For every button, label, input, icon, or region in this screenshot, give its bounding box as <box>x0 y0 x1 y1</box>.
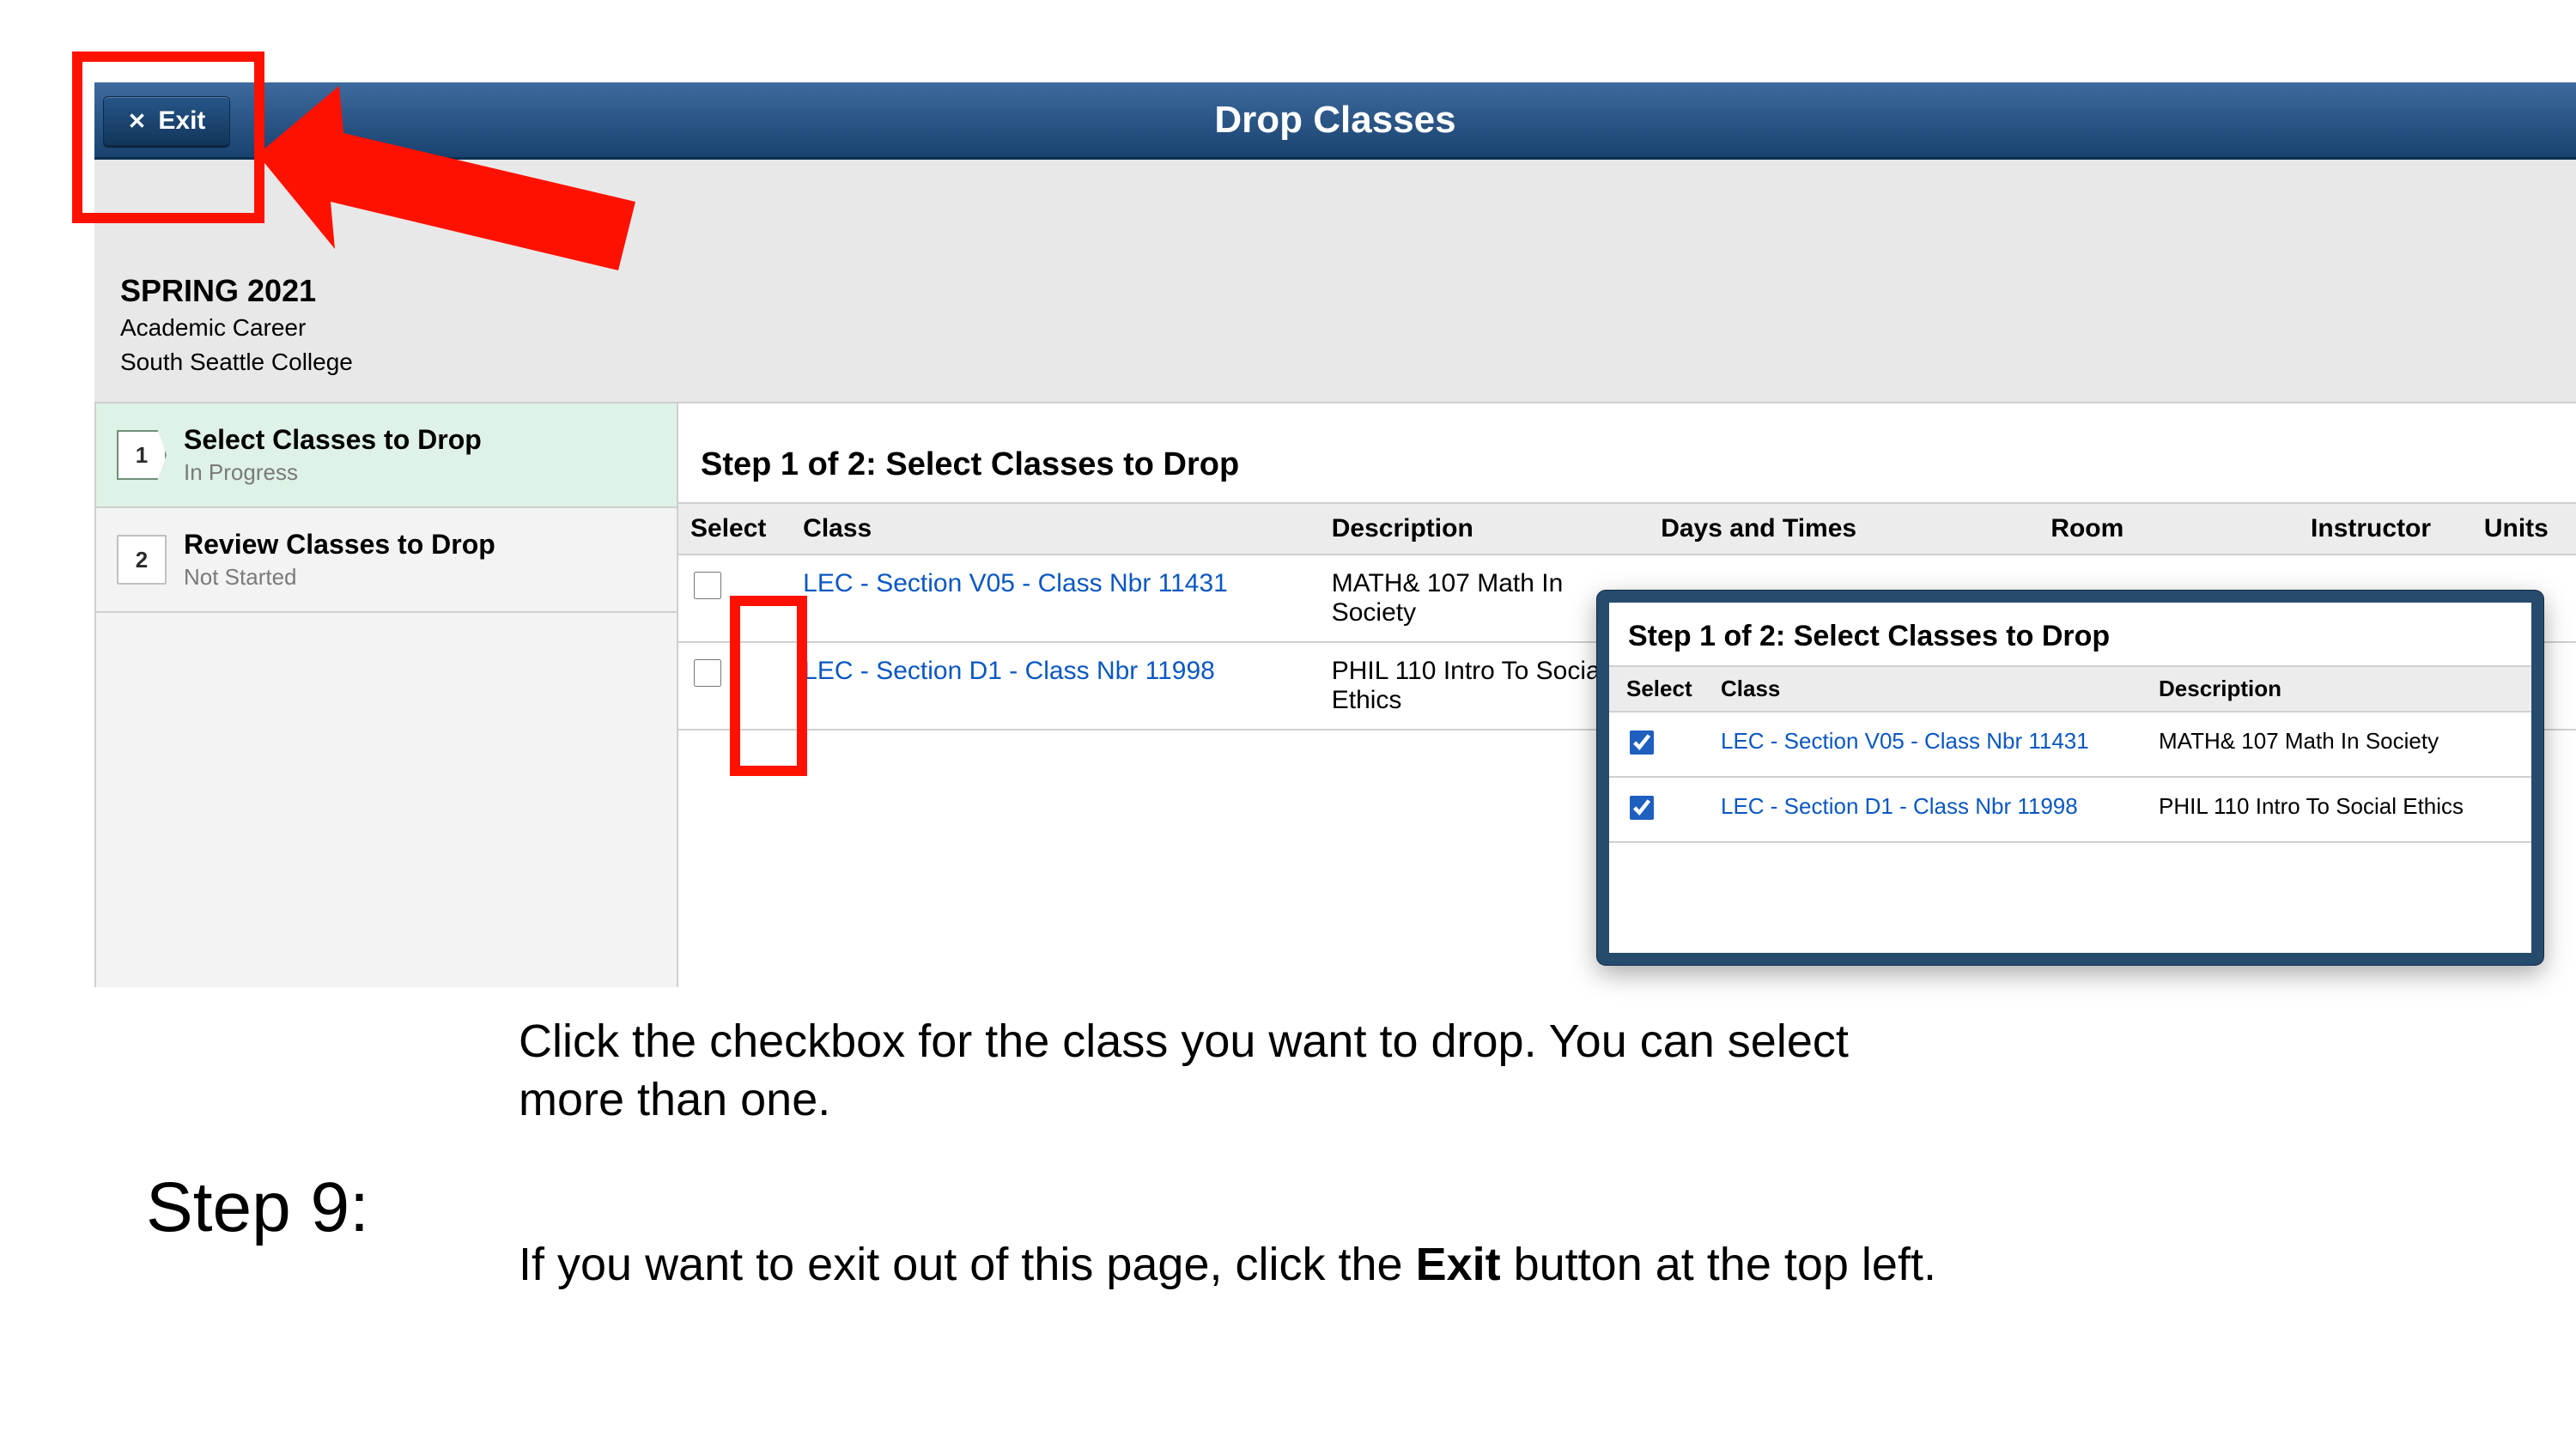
annotation-arrow <box>258 86 635 275</box>
table-row: LEC - Section V05 - Class Nbr 11431 MATH… <box>1609 712 2531 777</box>
col-select: Select <box>678 503 791 555</box>
term-name: SPRING 2021 <box>120 273 316 309</box>
col-instructor: Instructor <box>2299 503 2472 555</box>
popup-inset: Step 1 of 2: Select Classes to Drop Sele… <box>1597 591 2543 965</box>
term-college: South Seattle College <box>120 349 353 376</box>
table-row: LEC - Section D1 - Class Nbr 11998 PHIL … <box>1609 777 2531 842</box>
col-class: Class <box>1704 666 2142 712</box>
instruction-p2-b: button at the top left. <box>1501 1239 1936 1290</box>
wizard-step-1[interactable]: 1 Select Classes to Drop In Progress <box>96 403 677 508</box>
instruction-p2-bold: Exit <box>1416 1239 1501 1290</box>
class-link[interactable]: LEC - Section D1 - Class Nbr 11998 <box>803 657 1215 685</box>
popup-heading: Step 1 of 2: Select Classes to Drop <box>1609 603 2531 665</box>
col-description: Description <box>2142 666 2531 712</box>
table-header-row: Select Class Description <box>1609 666 2531 712</box>
wizard-step-2[interactable]: 2 Review Classes to Drop Not Started <box>96 508 677 613</box>
col-units: Units <box>2472 503 2576 555</box>
select-checkbox[interactable] <box>694 572 721 599</box>
wizard-step-status: In Progress <box>184 459 482 486</box>
instruction-paragraph-1: Click the checkbox for the class you wan… <box>519 1013 1961 1129</box>
col-room: Room <box>2038 503 2299 555</box>
class-link[interactable]: LEC - Section V05 - Class Nbr 11431 <box>1721 728 2089 754</box>
col-days: Days and Times <box>1649 503 2038 555</box>
select-checkbox[interactable] <box>1630 796 1654 820</box>
popup-class-table: Select Class Description LEC - Section V… <box>1609 665 2531 843</box>
class-link[interactable]: LEC - Section V05 - Class Nbr 11431 <box>803 569 1228 597</box>
exit-button[interactable]: ✕ Exit <box>103 96 230 146</box>
class-description: MATH& 107 Math In Society <box>2142 712 2531 777</box>
instruction-p2-a: If you want to exit out of this page, cl… <box>519 1239 1416 1290</box>
term-career: Academic Career <box>120 314 306 342</box>
wizard-step-status: Not Started <box>184 564 495 591</box>
wizard-step-number: 1 <box>117 430 167 480</box>
col-class: Class <box>791 503 1320 555</box>
wizard-step-number: 2 <box>117 535 167 585</box>
class-link[interactable]: LEC - Section D1 - Class Nbr 11998 <box>1721 793 2078 819</box>
close-icon: ✕ <box>128 110 147 132</box>
class-description: PHIL 110 Intro To Social Ethics <box>2142 777 2531 842</box>
col-select: Select <box>1609 666 1704 712</box>
table-header-row: Select Class Description Days and Times … <box>678 503 2576 555</box>
main-heading: Step 1 of 2: Select Classes to Drop <box>678 417 2576 502</box>
exit-button-label: Exit <box>158 106 205 136</box>
step-label: Step 9: <box>146 1167 369 1248</box>
wizard-step-title: Review Classes to Drop <box>184 529 495 561</box>
annotation-checkbox-highlight <box>730 596 807 776</box>
instruction-paragraph-2: If you want to exit out of this page, cl… <box>519 1236 1961 1294</box>
wizard-sidebar: 1 Select Classes to Drop In Progress 2 R… <box>94 403 678 987</box>
select-checkbox[interactable] <box>694 659 721 687</box>
wizard-step-title: Select Classes to Drop <box>184 424 482 456</box>
select-checkbox[interactable] <box>1630 731 1654 755</box>
col-description: Description <box>1320 503 1649 555</box>
